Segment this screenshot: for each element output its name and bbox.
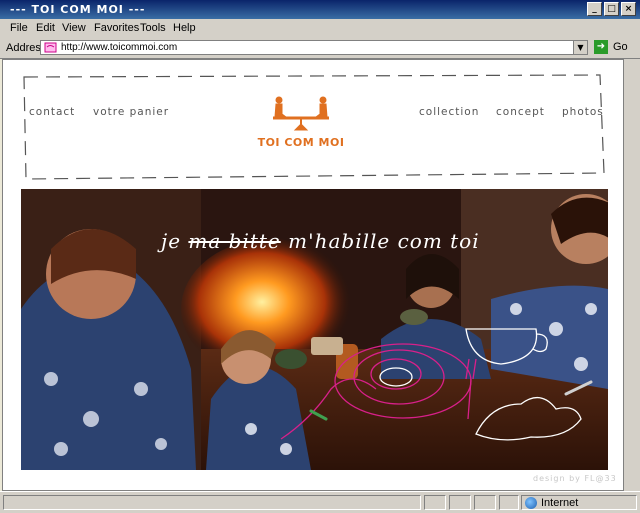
status-cell-1 [424, 495, 446, 510]
logo-text: TOI COM MOI [257, 136, 345, 149]
go-button[interactable]: ➜ Go [594, 40, 636, 56]
address-input[interactable]: http://www.toicommoi.com ▼ [40, 40, 588, 55]
close-button[interactable]: × [621, 2, 636, 16]
vertical-scrollbar[interactable] [624, 59, 640, 491]
nav-contact[interactable]: contact [29, 106, 75, 118]
nav-concept[interactable]: concept [496, 106, 545, 118]
address-bar: Address http://www.toicommoi.com ▼ ➜ Go [0, 38, 640, 59]
status-bar: Internet [0, 491, 640, 513]
menu-file[interactable]: File [10, 22, 28, 34]
site-logo[interactable]: TOI COM MOI [251, 92, 351, 156]
nav-votre-panier[interactable]: votre panier [93, 106, 169, 118]
nav-collection[interactable]: collection [419, 106, 479, 118]
tagline-rest: m'habille com toi [288, 229, 480, 253]
window-controls: _ □ × [587, 2, 636, 16]
zone-label: Internet [541, 497, 579, 509]
menu-edit[interactable]: Edit [36, 22, 55, 34]
address-dropdown-icon[interactable]: ▼ [573, 41, 587, 54]
menu-tools[interactable]: Tools [140, 22, 166, 34]
menu-favorites[interactable]: Favorites [94, 22, 139, 34]
hero-photo: je ma bitte m'habille com toi [21, 189, 608, 470]
menu-help[interactable]: Help [173, 22, 196, 34]
seesaw-logo-icon [273, 96, 329, 131]
globe-icon [525, 497, 537, 509]
tagline-struck: ma bitte [188, 229, 281, 253]
window-titlebar: --- TOI COM MOI --- _ □ × [0, 0, 640, 19]
minimize-button[interactable]: _ [587, 2, 602, 16]
status-cell-3 [474, 495, 496, 510]
status-zone-cell [521, 495, 637, 510]
page-viewport: contact votre panier collection concept … [2, 59, 624, 491]
design-credit: design by FL@33 [533, 474, 617, 483]
nav-photos[interactable]: photos [562, 106, 604, 118]
menu-bar: File Edit View Favorites Tools Help [0, 19, 640, 39]
tagline-prefix: je [161, 229, 182, 253]
maximize-button[interactable]: □ [604, 2, 619, 16]
window-title: --- TOI COM MOI --- [10, 3, 146, 16]
status-cell-2 [449, 495, 471, 510]
status-cell-4 [499, 495, 519, 510]
menu-view[interactable]: View [62, 22, 86, 34]
go-arrow-icon: ➜ [594, 40, 608, 54]
go-label: Go [613, 41, 628, 53]
page-icon [44, 42, 57, 53]
address-url: http://www.toicommoi.com [61, 42, 178, 53]
photo-tagline: je ma bitte m'habille com toi [161, 229, 480, 253]
status-message-cell [3, 495, 421, 510]
